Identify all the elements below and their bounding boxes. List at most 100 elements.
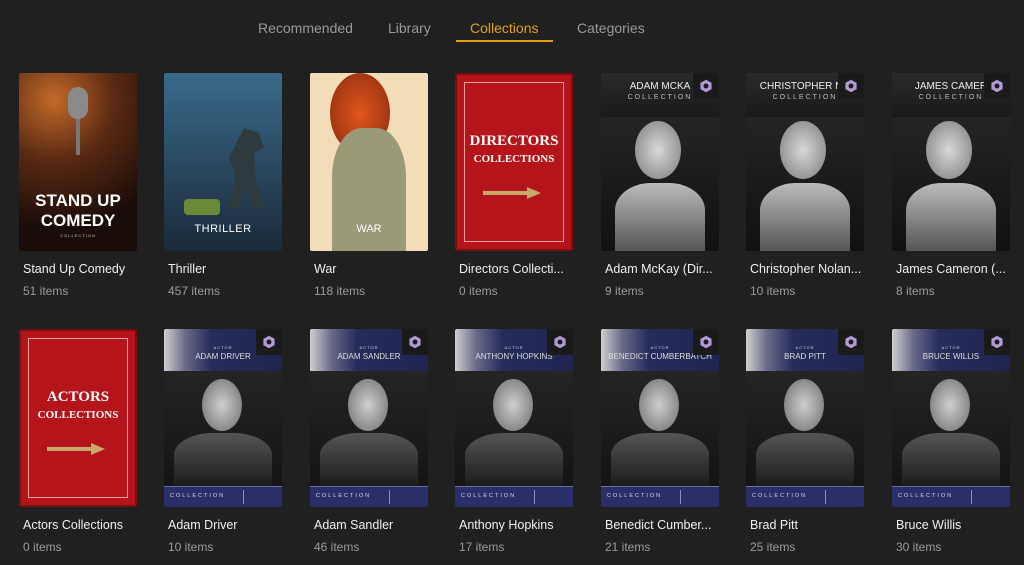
collection-card[interactable]: ACTOR ADAM DRIVER COLLECTION Adam Driver 10 … [164,329,282,554]
collection-title[interactable]: Bruce Willis [896,518,1024,532]
collection-band: COLLECTION [892,486,1010,507]
collection-item-count: 21 items [605,540,651,554]
collection-title[interactable]: Brad Pitt [750,518,890,532]
collection-item-count: 25 items [750,540,796,554]
collection-card[interactable]: ACTOR BRUCE WILLIS COLLECTION Bruce Willis 3… [892,329,1010,554]
collection-card[interactable]: ADAM MCKA COLLECTION Adam McKay (Dir... 9 i… [601,73,719,298]
collection-item-count: 51 items [23,284,69,298]
plex-hex-icon [693,73,719,99]
collection-item-count: 8 items [896,284,935,298]
collection-title[interactable]: Stand Up Comedy [23,262,163,276]
collection-item-count: 10 items [168,540,214,554]
collection-card[interactable]: ACTORS COLLECTIONS Actors Collections 0 ite… [19,329,137,554]
portrait-head [348,379,388,431]
collection-poster[interactable]: ACTORS COLLECTIONS [19,329,137,507]
collection-item-count: 10 items [750,284,796,298]
signature-icon [534,490,565,504]
portrait-body [611,433,709,487]
tab-categories[interactable]: Categories [577,20,645,36]
collection-item-count: 30 items [896,540,942,554]
collection-card[interactable]: DIRECTORS COLLECTIONS Directors Collecti..… [455,73,573,298]
collection-poster[interactable]: ADAM MCKA COLLECTION [601,73,719,251]
collection-title[interactable]: Christopher Nolan... [750,262,890,276]
collection-card[interactable]: CHRISTOPHER NO COLLECTION Christopher Nola… [746,73,864,298]
collection-card[interactable]: WAR War 118 items [310,73,428,298]
portrait-head [784,379,824,431]
portrait-head [639,379,679,431]
collection-title[interactable]: Actors Collections [23,518,163,532]
signature-icon [243,490,274,504]
collection-poster[interactable]: WAR [310,73,428,251]
band-label: COLLECTION [898,493,954,499]
collection-poster[interactable]: CHRISTOPHER NO COLLECTION [746,73,864,251]
active-tab-indicator [456,40,553,42]
collection-title[interactable]: Benedict Cumber... [605,518,745,532]
signature-icon [825,490,856,504]
collection-poster[interactable]: ACTOR ADAM DRIVER COLLECTION [164,329,282,507]
poster-title-line: DIRECTORS [469,133,559,149]
collection-title[interactable]: War [314,262,454,276]
poster-title-line: ACTORS [46,389,110,405]
tab-collections[interactable]: Collections [470,20,538,36]
collection-poster[interactable]: DIRECTORS COLLECTIONS [455,73,573,251]
collection-item-count: 118 items [314,284,366,298]
portrait-head [493,379,533,431]
collection-title[interactable]: Adam McKay (Dir... [605,262,745,276]
collection-title[interactable]: Thriller [168,262,308,276]
collection-title[interactable]: Adam Driver [168,518,308,532]
collection-item-count: 46 items [314,540,360,554]
collection-band: COLLECTION [164,486,282,507]
plex-hex-icon [838,329,864,355]
collection-band: COLLECTION [455,486,573,507]
collection-title[interactable]: Directors Collecti... [459,262,599,276]
collection-band: COLLECTION [601,486,719,507]
band-label: COLLECTION [461,493,517,499]
signature-icon [389,490,420,504]
collection-title[interactable]: James Cameron (... [896,262,1024,276]
portrait-head [930,379,970,431]
collection-band: COLLECTION [746,486,864,507]
plex-hex-icon [547,329,573,355]
portrait-body [902,433,1000,487]
collection-title[interactable]: Adam Sandler [314,518,454,532]
portrait-body [906,183,996,251]
collection-card[interactable]: ACTOR ANTHONY HOPKINS COLLECTION Anthony Ho… [455,329,573,554]
plex-hex-icon [984,329,1010,355]
plex-hex-icon [838,73,864,99]
collection-poster[interactable]: ACTOR ANTHONY HOPKINS COLLECTION [455,329,573,507]
portrait-body [760,183,850,251]
collection-poster[interactable]: ACTOR BRUCE WILLIS COLLECTION [892,329,1010,507]
plex-hex-icon [402,329,428,355]
poster-title-line: COLLECTIONS [37,409,119,421]
plex-hex-icon [693,329,719,355]
collection-poster[interactable]: THRILLER [164,73,282,251]
collection-card[interactable]: THRILLER Thriller 457 items [164,73,282,298]
poster-title-line: WAR [356,223,382,235]
band-label: COLLECTION [752,493,808,499]
collection-card[interactable]: ACTOR ADAM SANDLER COLLECTION Adam Sandler 4… [310,329,428,554]
collection-poster[interactable]: ACTOR BRAD PITT COLLECTION [746,329,864,507]
collection-item-count: 17 items [459,540,505,554]
portrait-body [174,433,272,487]
tab-recommended[interactable]: Recommended [258,20,353,36]
collection-card[interactable]: ACTOR BENEDICT CUMBERBATCH COLLECTION Bened… [601,329,719,554]
portrait-body [465,433,563,487]
portrait-body [756,433,854,487]
collection-item-count: 9 items [605,284,644,298]
collection-card[interactable]: ACTOR BRAD PITT COLLECTION Brad Pitt 25 item… [746,329,864,554]
collection-title[interactable]: Anthony Hopkins [459,518,599,532]
tab-library[interactable]: Library [388,20,431,36]
collection-band: COLLECTION [310,486,428,507]
collection-poster[interactable]: ACTOR ADAM SANDLER COLLECTION [310,329,428,507]
poster-subtitle: COLLECTION [60,233,96,238]
collection-poster[interactable]: STAND UP COMEDY COLLECTION [19,73,137,251]
poster-title-line: STAND UP [35,191,121,210]
portrait-head [780,121,826,179]
collection-poster[interactable]: ACTOR BENEDICT CUMBERBATCH COLLECTION [601,329,719,507]
portrait-body [320,433,418,487]
collection-card[interactable]: STAND UP COMEDY COLLECTION Stand Up Comedy 5… [19,73,137,298]
collection-card[interactable]: JAMES CAMER COLLECTION James Cameron (... 8… [892,73,1010,298]
band-label: COLLECTION [170,493,226,499]
collection-poster[interactable]: JAMES CAMER COLLECTION [892,73,1010,251]
microphone-icon [68,87,88,155]
